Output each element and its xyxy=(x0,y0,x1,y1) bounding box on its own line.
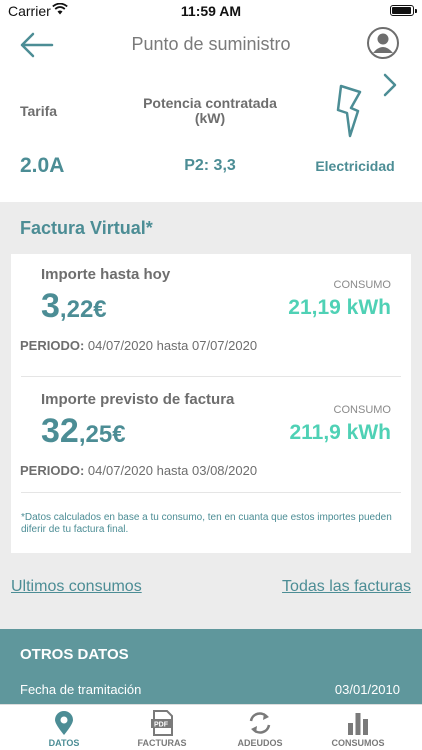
potencia-label: Potencia contratada (kW) xyxy=(143,95,277,126)
importe-previsto-amount: 32,25€ xyxy=(41,412,126,451)
tab-label: FACTURAS xyxy=(137,738,187,748)
amount-decimals: ,22€ xyxy=(59,296,107,323)
importe-hoy-heading: Importe hasta hoy xyxy=(41,266,171,283)
tab-label: DATOS xyxy=(48,738,80,748)
fecha-tramitacion-label: Fecha de tramitación xyxy=(20,682,142,697)
tab-adeudos[interactable]: ADEUDOS xyxy=(210,705,310,750)
location-pin-icon xyxy=(55,711,73,735)
factura-card: Importe hasta hoy 3,22€ CONSUMO 21,19 kW… xyxy=(11,254,411,553)
tarifa-value: 2.0A xyxy=(20,154,65,177)
tab-datos[interactable]: DATOS xyxy=(14,705,114,750)
nav-bar: Punto de suministro xyxy=(0,22,422,70)
todas-facturas-link[interactable]: Todas las facturas xyxy=(282,578,411,596)
tab-bar: DATOS PDF FACTURAS ADEUDOS CONSUMOS xyxy=(0,704,422,750)
periodo-value: 04/07/2020 hasta 07/07/2020 xyxy=(84,338,258,353)
otros-datos-title: OTROS DATOS xyxy=(20,646,129,663)
user-profile-icon[interactable] xyxy=(366,26,400,60)
consumo-value: 21,19 kWh xyxy=(288,296,391,319)
supply-summary: Tarifa Potencia contratada (kW) 2.0A P2:… xyxy=(0,70,422,202)
battery-fill xyxy=(392,7,411,14)
otros-datos-section: OTROS DATOS Fecha de tramitación 03/01/2… xyxy=(0,629,422,704)
periodo-label: PERIODO: xyxy=(20,463,85,478)
amount-integer: 3 xyxy=(41,287,60,325)
tab-label: CONSUMOS xyxy=(331,738,385,748)
page-title: Punto de suministro xyxy=(131,34,291,54)
amount-decimals: ,25€ xyxy=(78,421,126,448)
chevron-right-icon[interactable] xyxy=(380,72,400,98)
consumo-label: CONSUMO xyxy=(333,279,391,291)
tab-facturas[interactable]: PDF FACTURAS xyxy=(112,705,212,750)
consumo-value: 211,9 kWh xyxy=(289,421,391,444)
supply-type-value: Electricidad xyxy=(315,158,395,174)
bar-chart-icon xyxy=(348,713,368,735)
tab-label: ADEUDOS xyxy=(237,738,283,748)
status-bar: Carrier 11:59 AM xyxy=(0,0,422,22)
consumo-label: CONSUMO xyxy=(333,404,391,416)
tab-consumos[interactable]: CONSUMOS xyxy=(308,705,408,750)
potencia-value: P2: 3,3 xyxy=(184,157,236,174)
pdf-icon: PDF xyxy=(151,710,173,736)
amount-integer: 32 xyxy=(41,412,79,450)
lightning-bolt-icon xyxy=(336,84,362,138)
importe-previsto-block: Importe previsto de factura 32,25€ CONSU… xyxy=(11,379,411,489)
periodo-value: 04/07/2020 hasta 03/08/2020 xyxy=(84,463,258,478)
factura-virtual-title: Factura Virtual* xyxy=(20,218,153,238)
importe-hoy-block: Importe hasta hoy 3,22€ CONSUMO 21,19 kW… xyxy=(11,254,411,364)
divider xyxy=(21,376,401,377)
battery-icon xyxy=(390,5,417,16)
refresh-icon xyxy=(249,712,271,734)
disclaimer-text: *Datos calculados en base a tu consumo, … xyxy=(21,512,392,535)
status-time: 11:59 AM xyxy=(180,3,242,19)
tarifa-label: Tarifa xyxy=(20,103,58,119)
periodo-row: PERIODO: 04/07/2020 hasta 03/08/2020 xyxy=(20,463,257,478)
svg-text:PDF: PDF xyxy=(154,722,169,729)
importe-hoy-amount: 3,22€ xyxy=(41,287,107,326)
fecha-tramitacion-value: 03/01/2010 xyxy=(334,682,400,697)
periodo-row: PERIODO: 04/07/2020 hasta 07/07/2020 xyxy=(20,338,257,353)
importe-previsto-heading: Importe previsto de factura xyxy=(41,391,235,408)
divider xyxy=(21,492,401,493)
ultimos-consumos-link[interactable]: Ultimos consumos xyxy=(11,578,142,596)
periodo-label: PERIODO: xyxy=(20,338,85,353)
